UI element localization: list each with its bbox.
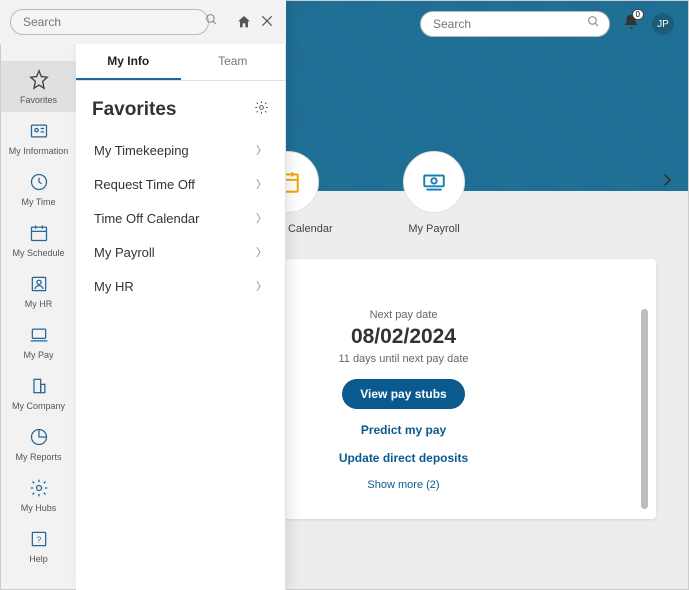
fav-label: Time Off Calendar (94, 211, 200, 226)
calendar-icon (27, 221, 51, 245)
pie-chart-icon (27, 425, 51, 449)
settings-gear-icon[interactable] (254, 100, 269, 120)
notifications-button[interactable]: 0 (622, 13, 640, 36)
search-icon (205, 13, 218, 31)
view-pay-stubs-button[interactable]: View pay stubs (342, 379, 464, 409)
fav-my-hr[interactable]: My HR 〉 (80, 269, 281, 303)
help-icon: ? (27, 527, 51, 551)
building-icon (27, 374, 51, 398)
rail-label: My Schedule (12, 248, 64, 258)
fav-label: Request Time Off (94, 177, 195, 192)
fav-time-off-calendar[interactable]: Time Off Calendar 〉 (80, 201, 281, 235)
fav-my-payroll[interactable]: My Payroll 〉 (80, 235, 281, 269)
star-icon (27, 68, 51, 92)
rail-label: My Hubs (21, 503, 57, 513)
rail-label: My Pay (23, 350, 53, 360)
laptop-icon (27, 323, 51, 347)
quick-actions-next[interactable] (658, 171, 676, 194)
rail-label: My Reports (15, 452, 61, 462)
fav-my-timekeeping[interactable]: My Timekeeping 〉 (80, 133, 281, 167)
chevron-right-icon: 〉 (256, 278, 267, 294)
fav-label: My Payroll (94, 245, 155, 260)
rail-my-schedule[interactable]: My Schedule (1, 214, 76, 265)
rail-help[interactable]: ? Help (1, 520, 76, 571)
rail-label: My Company (12, 401, 65, 411)
fav-label: My HR (94, 279, 134, 294)
info-card-icon (27, 119, 51, 143)
top-bar: 0 JP (420, 11, 674, 37)
gear-icon (27, 476, 51, 500)
card-scrollbar[interactable] (641, 309, 648, 509)
rail-my-pay[interactable]: My Pay (1, 316, 76, 367)
payroll-icon (421, 169, 447, 195)
rail-label: Help (29, 554, 48, 564)
nav-rail: Favorites My Information My Time My Sche… (1, 1, 77, 589)
chevron-right-icon: 〉 (256, 142, 267, 158)
rail-favorites[interactable]: Favorites (1, 61, 76, 112)
chevron-right-icon: 〉 (256, 244, 267, 260)
rail-my-hubs[interactable]: My Hubs (1, 469, 76, 520)
chevron-right-icon: 〉 (256, 176, 267, 192)
rail-label: My Time (21, 197, 55, 207)
rail-my-time[interactable]: My Time (1, 163, 76, 214)
flyout-title: Favorites (92, 99, 176, 121)
global-search-input[interactable] (420, 11, 610, 37)
chevron-right-icon (658, 171, 676, 189)
rail-my-company[interactable]: My Company (1, 367, 76, 418)
chevron-right-icon: 〉 (256, 210, 267, 226)
rail-my-hr[interactable]: My HR (1, 265, 76, 316)
fav-request-time-off[interactable]: Request Time Off 〉 (80, 167, 281, 201)
rail-my-information[interactable]: My Information (1, 112, 76, 163)
notification-badge: 0 (632, 9, 644, 20)
rail-label: My Information (9, 146, 69, 156)
fav-label: My Timekeeping (94, 143, 189, 158)
tab-team[interactable]: Team (181, 44, 286, 80)
quick-my-payroll[interactable]: My Payroll (379, 151, 489, 235)
search-icon (587, 15, 600, 33)
favorites-flyout: My Info Team Favorites My Timekeeping 〉 R… (76, 0, 286, 590)
flyout-search-input[interactable] (10, 9, 209, 35)
close-icon[interactable] (260, 14, 276, 30)
clock-icon (27, 170, 51, 194)
home-icon[interactable] (236, 14, 252, 30)
rail-label: Favorites (20, 95, 57, 105)
quick-label: My Payroll (408, 223, 459, 235)
rail-my-reports[interactable]: My Reports (1, 418, 76, 469)
svg-text:?: ? (36, 534, 41, 544)
user-avatar[interactable]: JP (652, 13, 674, 35)
hr-icon (27, 272, 51, 296)
rail-label: My HR (25, 299, 53, 309)
tab-my-info[interactable]: My Info (76, 44, 181, 80)
